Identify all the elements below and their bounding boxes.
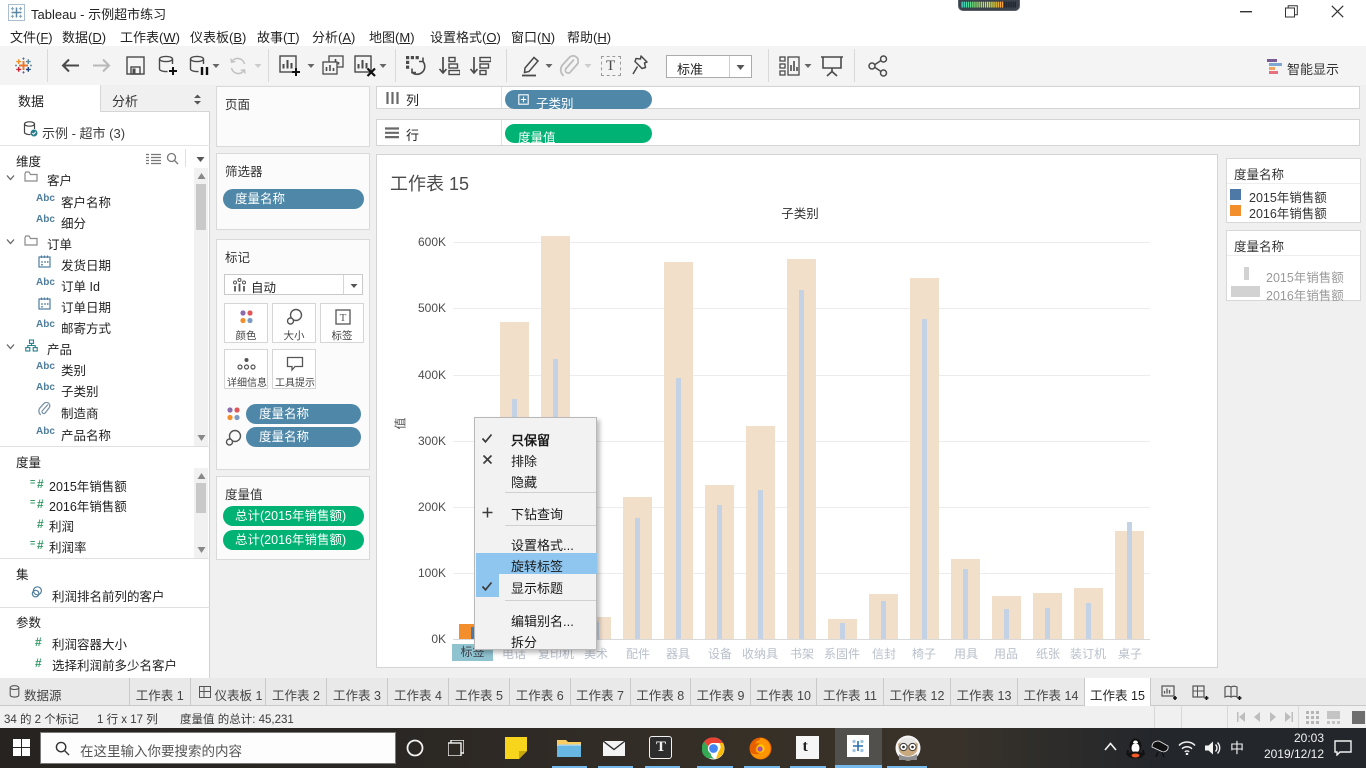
svg-text:T: T	[340, 312, 347, 324]
